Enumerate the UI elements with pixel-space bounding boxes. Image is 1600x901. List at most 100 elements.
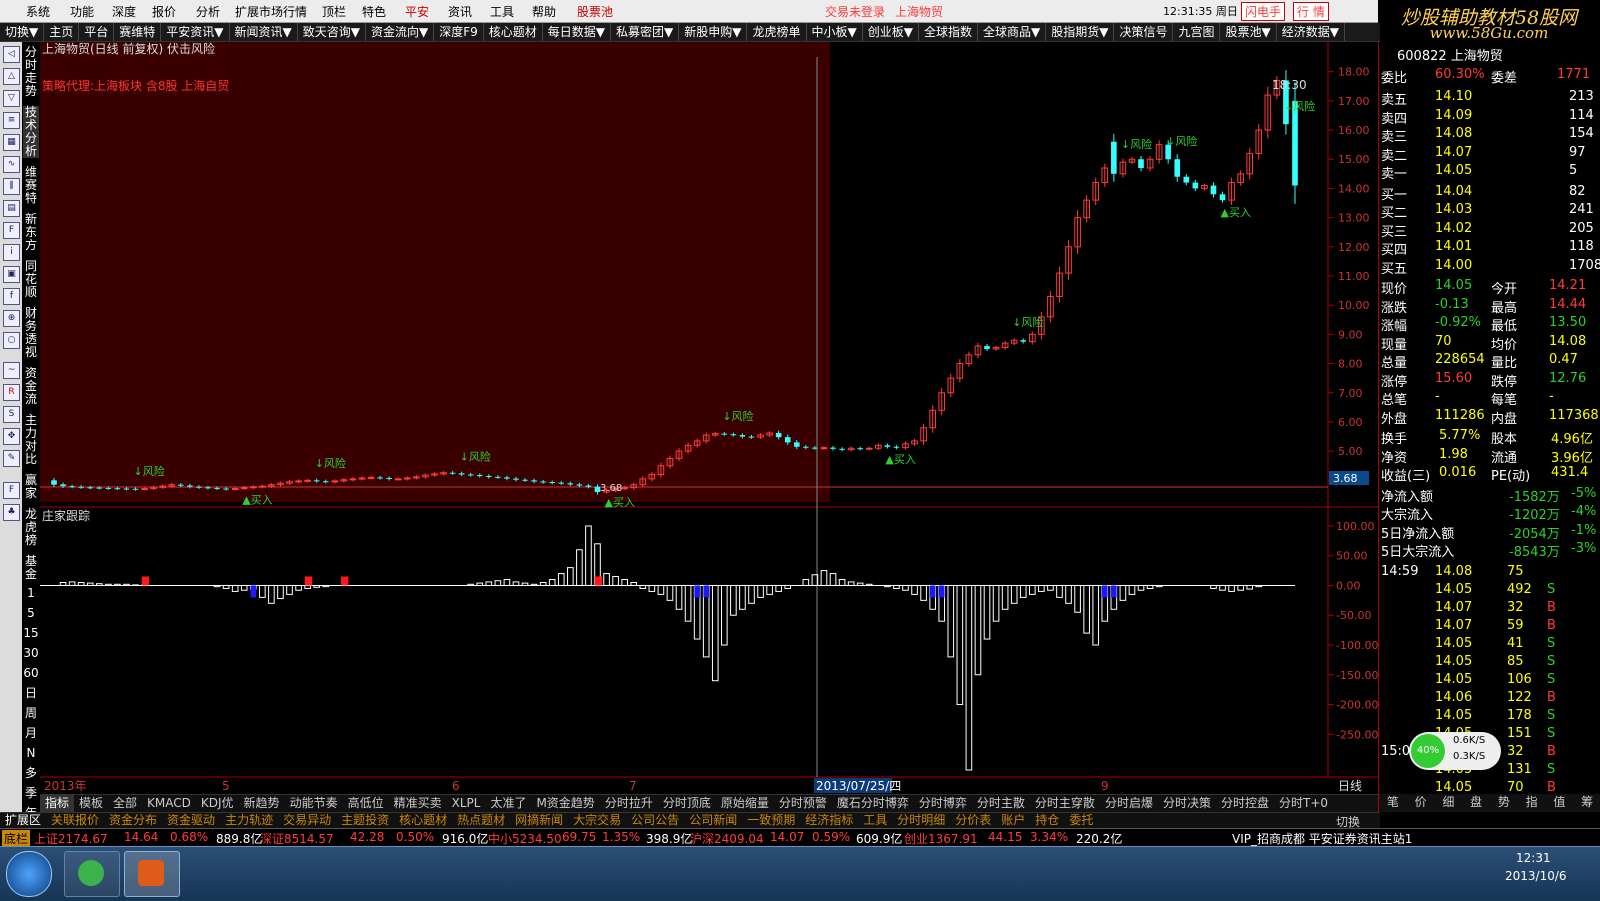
toolbar-item[interactable]: 经济数据▼ — [1277, 23, 1345, 41]
circle-icon[interactable]: ○ — [3, 332, 20, 349]
extension-tab[interactable]: 分价表 — [950, 813, 996, 829]
extension-tab[interactable]: 主题投资 — [336, 813, 394, 829]
indicator-tab[interactable]: 精准买卖 — [389, 795, 447, 813]
kline-chart[interactable]: 上海物贸(日线 前复权) 伏击风险 策略代理:上海板块 含8股 上海自贸 18.… — [40, 42, 1378, 794]
toolbar-item[interactable]: 切换▼ — [0, 23, 45, 41]
switch-button[interactable]: 切换 — [1336, 813, 1360, 830]
rsi-icon[interactable]: R — [3, 384, 20, 401]
period-tab[interactable]: 日 — [23, 687, 39, 700]
toolbar-item[interactable]: 新股申购▼ — [679, 23, 748, 41]
menu-item[interactable]: 分析 — [196, 3, 220, 20]
extension-tab[interactable]: 资金驱动 — [162, 813, 220, 829]
left-tab[interactable]: 新东方 — [23, 213, 39, 252]
menu-item[interactable]: 报价 — [152, 3, 176, 20]
left-tab[interactable]: 基金 — [23, 555, 39, 581]
extension-tab[interactable]: 大宗交易 — [568, 813, 626, 829]
quote-tab[interactable]: 筹 — [1573, 794, 1600, 812]
toolbar-item[interactable]: 股指期货▼ — [1046, 23, 1115, 41]
indicator-tab[interactable]: 分时控盘 — [1216, 795, 1274, 813]
candle-icon[interactable]: ⫼ — [3, 178, 20, 195]
left-tab[interactable]: 分时走势 — [23, 46, 39, 98]
extension-tab[interactable]: 公司公告 — [626, 813, 684, 829]
indicator-tab[interactable]: KDJ优 — [196, 795, 239, 813]
toolbar-item[interactable]: 平安资讯▼ — [161, 23, 230, 41]
menu-item[interactable]: 帮助 — [532, 3, 556, 20]
taskbar-app-trader[interactable] — [124, 851, 180, 897]
toolbar-item[interactable]: 赛维特 — [114, 23, 162, 41]
period-tab[interactable]: 月 — [23, 727, 39, 740]
indicator-tab[interactable]: 模板 — [74, 795, 108, 813]
left-tab[interactable]: 同花顺 — [23, 260, 39, 299]
extension-tab[interactable]: 关联报价 — [46, 813, 104, 829]
list-icon[interactable]: ≡ — [3, 112, 20, 129]
period-tab[interactable]: 1 — [23, 587, 39, 600]
indicator-tab[interactable]: 动能节奏 — [285, 795, 343, 813]
extension-tab[interactable]: 工具 — [858, 813, 892, 829]
indicator-tab[interactable]: 太准了 — [485, 795, 531, 813]
extension-tab[interactable]: 一致预期 — [742, 813, 800, 829]
toolbar-item[interactable]: 核心题材 — [484, 23, 543, 41]
period-tab[interactable]: 15 — [23, 627, 39, 640]
indicator-tab[interactable]: 原始缩量 — [716, 795, 774, 813]
indicator-tab[interactable]: KMACD — [142, 795, 196, 813]
left-tab[interactable]: 主力对比 — [23, 414, 39, 466]
extension-tab[interactable]: 持仓 — [1030, 813, 1064, 829]
s-icon[interactable]: S — [3, 406, 20, 423]
toolbar-item[interactable]: 私募密团▼ — [611, 23, 680, 41]
indicator-tab[interactable]: 分时启爆 — [1100, 795, 1158, 813]
toolbar-item[interactable]: 深度F9 — [434, 23, 484, 41]
toolbar-item[interactable]: 资金流向▼ — [366, 23, 435, 41]
left-tab[interactable]: 维赛特 — [23, 166, 39, 205]
indicator-tab[interactable]: 高低位 — [343, 795, 389, 813]
extension-tab[interactable]: 主力轨迹 — [220, 813, 278, 829]
zoom-icon[interactable]: ⊕ — [3, 310, 20, 327]
indicator-tab[interactable]: 新趋势 — [239, 795, 285, 813]
extension-tab[interactable]: 经济指标 — [800, 813, 858, 829]
toolbar-item[interactable]: 九宫图 — [1173, 23, 1221, 41]
start-button[interactable] — [6, 851, 52, 897]
menu-item[interactable]: 系统 — [26, 3, 50, 20]
indicator-tab[interactable]: 分时拉升 — [600, 795, 658, 813]
info-icon[interactable]: i — [3, 244, 20, 261]
indicator-tab[interactable]: 指标 — [40, 795, 75, 813]
extension-tab[interactable]: 公司新闻 — [684, 813, 742, 829]
extension-tab[interactable]: 网摘新闻 — [510, 813, 568, 829]
news-icon[interactable]: ▣ — [3, 266, 20, 283]
indicator-tab[interactable]: 分时预警 — [774, 795, 832, 813]
tree-icon[interactable]: ♣ — [3, 504, 20, 521]
period-tab[interactable]: N — [23, 747, 39, 760]
extension-tab[interactable]: 资金分布 — [104, 813, 162, 829]
back-icon[interactable]: ◁ — [3, 46, 20, 63]
quote-tab[interactable]: 值 — [1546, 794, 1574, 812]
flash-trade-button[interactable]: 闪电手 — [1241, 2, 1286, 21]
indicator-tab[interactable]: 分时顶底 — [658, 795, 716, 813]
period-tab[interactable]: 多 — [23, 767, 39, 780]
toolbar-item[interactable]: 决策信号 — [1114, 23, 1174, 41]
fs-icon[interactable]: F — [3, 482, 20, 499]
up-icon[interactable]: △ — [3, 68, 20, 85]
grid-icon[interactable]: ▦ — [3, 134, 20, 151]
toolbar-item[interactable]: 每日数据▼ — [543, 23, 612, 41]
left-tab[interactable]: 财务透视 — [23, 307, 39, 359]
indicator-tab[interactable]: 分时主散 — [972, 795, 1030, 813]
toolbar-item[interactable]: 中小板▼ — [807, 23, 863, 41]
quote-tab[interactable]: 势 — [1490, 794, 1518, 812]
quote-tab[interactable]: 笔 — [1379, 794, 1407, 812]
quote-tab[interactable]: 盘 — [1462, 794, 1490, 812]
indicator-tab[interactable]: 分时T+0 — [1274, 795, 1333, 813]
chart-line-icon[interactable]: ∿ — [3, 156, 20, 173]
left-tab[interactable]: 赢家 — [23, 474, 39, 500]
menu-item[interactable]: 扩展市场行情 — [235, 3, 307, 20]
indicator-tab[interactable]: M资金趋势 — [531, 795, 599, 813]
indicator-tab[interactable]: 分时主穿散 — [1030, 795, 1100, 813]
toolbar-item[interactable]: 龙虎榜单 — [747, 23, 807, 41]
extension-tab[interactable]: 核心题材 — [394, 813, 452, 829]
quote-tab[interactable]: 细 — [1435, 794, 1463, 812]
extension-tab[interactable]: 账户 — [996, 813, 1030, 829]
move-icon[interactable]: ✥ — [3, 428, 20, 445]
extension-tab[interactable]: 分时明细 — [892, 813, 950, 829]
period-tab[interactable]: 60 — [23, 667, 39, 680]
menu-item[interactable]: 深度 — [112, 3, 136, 20]
left-tab[interactable]: 资金流 — [23, 367, 39, 406]
f10-icon[interactable]: F — [3, 222, 20, 239]
